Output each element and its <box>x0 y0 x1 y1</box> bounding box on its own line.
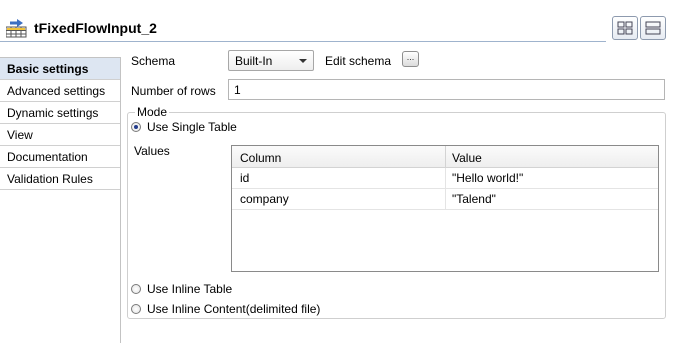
schema-select[interactable]: Built-In <box>228 50 314 71</box>
table-cell-column[interactable]: company <box>240 192 289 206</box>
values-table: Column Value id "Hello world!" company "… <box>231 145 659 272</box>
table-cell-value[interactable]: "Hello world!" <box>452 171 523 185</box>
table-row[interactable]: company "Talend" <box>232 189 658 210</box>
grid-layout-icon <box>617 21 633 35</box>
sidebar-item-validation-rules[interactable]: Validation Rules <box>0 168 120 190</box>
sidebar-item-view[interactable]: View <box>0 124 120 146</box>
single-table-label[interactable]: Use Single Table <box>147 120 237 134</box>
table-header: Column Value <box>232 146 658 168</box>
inline-table-label[interactable]: Use Inline Table <box>147 282 232 296</box>
grid-layout-button[interactable] <box>612 16 638 40</box>
chevron-down-icon <box>299 59 307 63</box>
cell-divider <box>445 168 446 189</box>
rows-layout-button[interactable] <box>640 16 666 40</box>
fixed-flow-input-component-icon <box>5 18 30 38</box>
component-title: tFixedFlowInput_2 <box>34 20 157 36</box>
inline-content-label[interactable]: Use Inline Content(delimited file) <box>147 302 320 316</box>
sidebar-item-basic-settings[interactable]: Basic settings <box>0 58 120 80</box>
cell-divider <box>445 189 446 210</box>
single-table-radio[interactable] <box>131 122 141 132</box>
schema-selected-value: Built-In <box>235 54 273 68</box>
rows-layout-icon <box>645 21 661 35</box>
number-of-rows-label: Number of rows <box>131 84 216 98</box>
edit-schema-button[interactable]: ... <box>402 51 419 67</box>
edit-schema-label: Edit schema <box>325 54 392 68</box>
sidebar-item-dynamic-settings[interactable]: Dynamic settings <box>0 102 120 124</box>
inline-content-radio[interactable] <box>131 304 141 314</box>
header-divider <box>445 146 446 168</box>
title-underline <box>0 41 606 42</box>
table-cell-column[interactable]: id <box>240 171 249 185</box>
table-cell-value[interactable]: "Talend" <box>452 192 496 206</box>
settings-sidebar: Basic settings Advanced settings Dynamic… <box>0 57 121 343</box>
inline-table-radio[interactable] <box>131 284 141 294</box>
number-of-rows-input[interactable]: 1 <box>228 79 665 100</box>
schema-label: Schema <box>131 54 176 68</box>
column-header[interactable]: Column <box>240 151 281 165</box>
sidebar-item-documentation[interactable]: Documentation <box>0 146 120 168</box>
mode-legend: Mode <box>135 105 170 119</box>
sidebar-item-advanced-settings[interactable]: Advanced settings <box>0 80 120 102</box>
value-header[interactable]: Value <box>452 151 482 165</box>
values-label: Values <box>134 144 170 158</box>
table-row[interactable]: id "Hello world!" <box>232 168 658 189</box>
